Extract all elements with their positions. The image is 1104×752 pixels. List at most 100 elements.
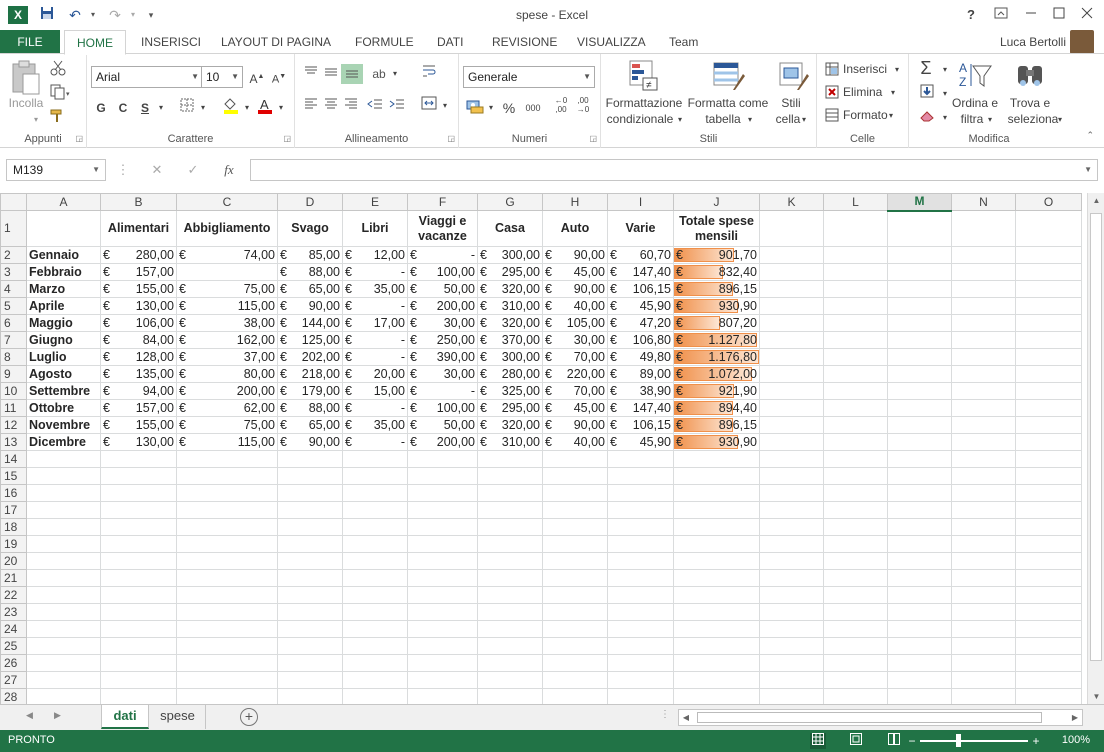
fill-icon[interactable] xyxy=(917,84,937,104)
month-label[interactable]: Ottobre xyxy=(26,399,101,417)
zoom-level[interactable]: 100% xyxy=(1062,734,1090,746)
cell[interactable] xyxy=(1015,433,1082,451)
month-label[interactable]: Giugno xyxy=(26,331,101,349)
cell[interactable] xyxy=(26,450,101,468)
cell[interactable] xyxy=(607,603,674,621)
cell[interactable] xyxy=(1015,263,1082,281)
currency-cell[interactable]: €115,00 xyxy=(176,297,278,315)
format-cells-button[interactable]: Formato xyxy=(843,108,888,123)
cell[interactable] xyxy=(277,620,343,638)
cell[interactable] xyxy=(407,518,478,536)
cell[interactable] xyxy=(607,654,674,672)
cell[interactable] xyxy=(277,501,343,519)
format-as-table-label-1[interactable]: Formatta come xyxy=(685,96,771,111)
column-header-c[interactable]: C xyxy=(176,193,278,211)
cell[interactable] xyxy=(887,210,952,247)
cell[interactable] xyxy=(100,450,177,468)
copy-icon[interactable]: ▾ xyxy=(50,84,70,103)
cell[interactable] xyxy=(951,552,1016,570)
cell[interactable] xyxy=(887,671,952,689)
cell[interactable] xyxy=(951,637,1016,655)
insert-cells-dropdown-icon[interactable]: ▾ xyxy=(895,62,899,77)
clipboard-dialog-launcher-icon[interactable]: ◲ xyxy=(75,134,83,143)
total-cell[interactable]: €894,40 xyxy=(673,399,760,417)
cell[interactable] xyxy=(542,671,608,689)
tab-review[interactable]: REVISIONE xyxy=(492,30,557,54)
currency-cell[interactable]: €37,00 xyxy=(176,348,278,366)
cell[interactable] xyxy=(342,518,408,536)
cell[interactable] xyxy=(607,688,674,704)
cell[interactable] xyxy=(100,569,177,587)
cell[interactable] xyxy=(759,569,824,587)
total-cell[interactable]: €1.176,80 xyxy=(673,348,760,366)
currency-cell[interactable]: €90,00 xyxy=(542,280,608,298)
cell[interactable] xyxy=(951,620,1016,638)
percent-button[interactable]: % xyxy=(499,98,519,118)
cell[interactable] xyxy=(759,501,824,519)
column-header-j[interactable]: J xyxy=(673,193,760,211)
cell[interactable] xyxy=(823,416,888,434)
cell[interactable] xyxy=(823,586,888,604)
cell[interactable] xyxy=(759,331,824,349)
currency-cell[interactable]: €40,00 xyxy=(542,297,608,315)
column-header-b[interactable]: B xyxy=(100,193,177,211)
cell[interactable] xyxy=(1015,518,1082,536)
cell[interactable] xyxy=(823,331,888,349)
cancel-entry-icon[interactable]: ✕ xyxy=(146,159,168,181)
increase-indent-icon[interactable] xyxy=(387,96,407,116)
cell[interactable] xyxy=(100,501,177,519)
cell[interactable] xyxy=(887,280,952,298)
currency-cell[interactable]: €35,00 xyxy=(342,416,408,434)
cell[interactable] xyxy=(342,450,408,468)
cell[interactable] xyxy=(759,416,824,434)
cell[interactable] xyxy=(176,518,278,536)
cell[interactable] xyxy=(759,210,824,247)
currency-cell[interactable]: €106,15 xyxy=(607,280,674,298)
currency-cell[interactable]: €75,00 xyxy=(176,416,278,434)
currency-cell[interactable]: €295,00 xyxy=(477,263,543,281)
cell[interactable] xyxy=(887,603,952,621)
row-header[interactable]: 28 xyxy=(0,688,27,704)
cell[interactable] xyxy=(542,518,608,536)
total-cell[interactable]: €930,90 xyxy=(673,433,760,451)
currency-cell[interactable]: €45,90 xyxy=(607,297,674,315)
cell[interactable] xyxy=(823,399,888,417)
cell[interactable] xyxy=(823,484,888,502)
minimize-icon[interactable] xyxy=(1018,4,1044,26)
currency-cell[interactable]: €130,00 xyxy=(100,297,177,315)
currency-cell[interactable]: €320,00 xyxy=(477,416,543,434)
tab-insert[interactable]: INSERISCI xyxy=(141,30,201,54)
cell[interactable] xyxy=(477,586,543,604)
align-left-icon[interactable] xyxy=(301,96,321,116)
cell[interactable] xyxy=(277,586,343,604)
cell[interactable] xyxy=(542,467,608,485)
row-header[interactable]: 3 xyxy=(0,263,27,281)
currency-cell[interactable]: €65,00 xyxy=(277,416,343,434)
more-options-icon[interactable]: ⋮ xyxy=(112,159,134,181)
cell[interactable] xyxy=(887,348,952,366)
currency-cell[interactable]: € - xyxy=(342,331,408,349)
cell[interactable] xyxy=(1015,535,1082,553)
cell[interactable] xyxy=(673,518,760,536)
currency-cell[interactable]: €90,00 xyxy=(277,433,343,451)
cell[interactable] xyxy=(1015,603,1082,621)
cell[interactable] xyxy=(673,535,760,553)
cell[interactable] xyxy=(887,433,952,451)
ribbon-display-options-icon[interactable] xyxy=(988,4,1014,26)
currency-cell[interactable]: €88,00 xyxy=(277,263,343,281)
currency-cell[interactable]: €295,00 xyxy=(477,399,543,417)
cell[interactable] xyxy=(1015,382,1082,400)
cell[interactable] xyxy=(887,365,952,383)
month-label[interactable]: Gennaio xyxy=(26,246,101,264)
cell[interactable] xyxy=(673,552,760,570)
cell[interactable] xyxy=(176,501,278,519)
currency-cell[interactable]: € - xyxy=(407,246,478,264)
cell[interactable] xyxy=(407,586,478,604)
cell[interactable] xyxy=(823,450,888,468)
paste-icon[interactable] xyxy=(10,60,42,99)
currency-cell[interactable]: €12,00 xyxy=(342,246,408,264)
cell[interactable] xyxy=(100,637,177,655)
cell[interactable] xyxy=(176,450,278,468)
cell-styles-label-1[interactable]: Stili xyxy=(771,96,811,111)
name-box[interactable]: M139 ▼ xyxy=(6,159,106,181)
